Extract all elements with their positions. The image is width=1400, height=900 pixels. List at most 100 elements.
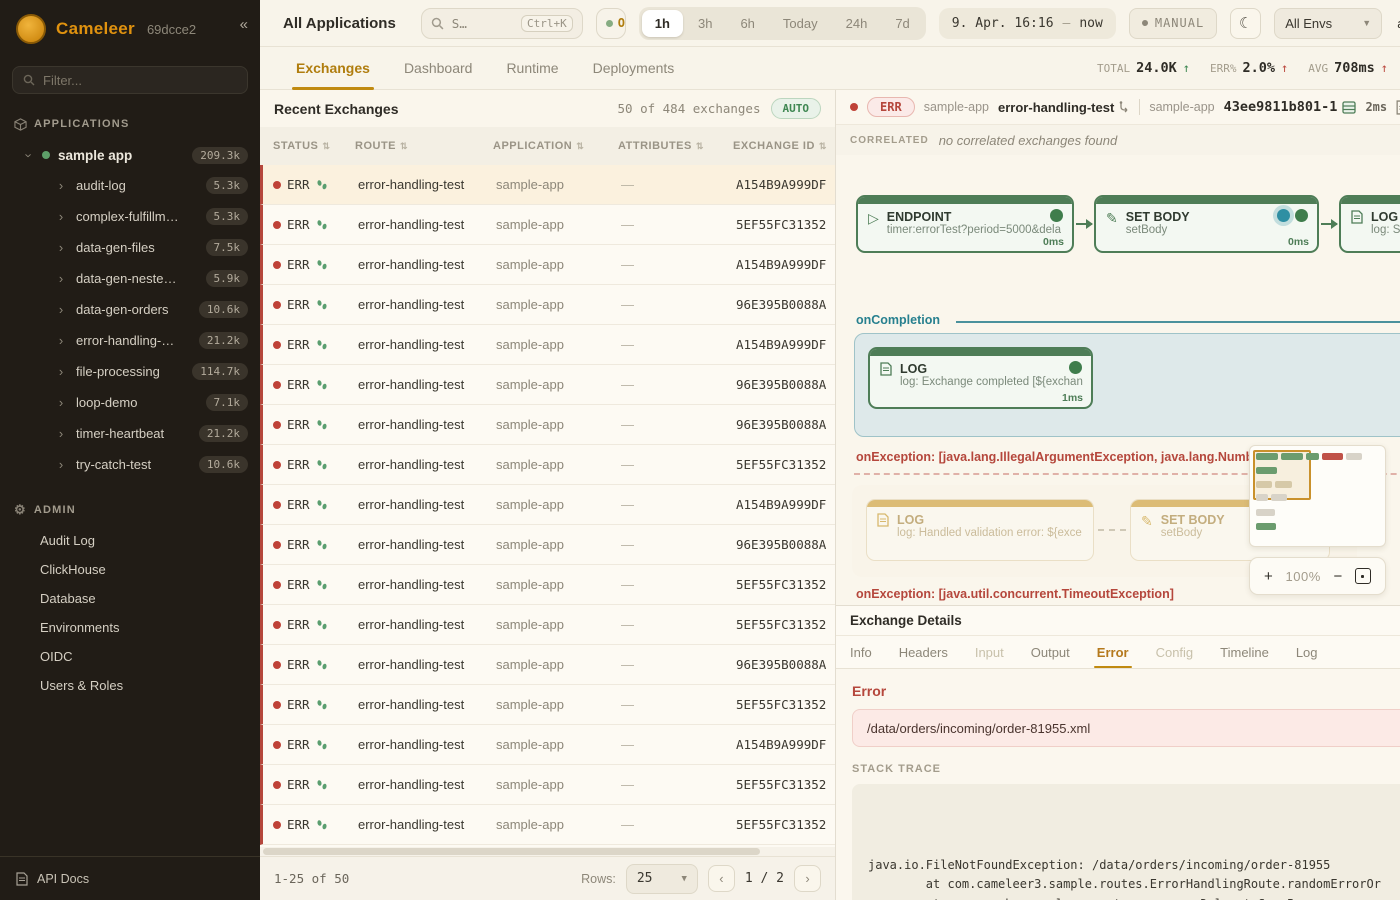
env-select[interactable]: All Envs ▼ [1274,8,1382,39]
time-range-7d[interactable]: 7d [882,10,922,37]
table-row[interactable]: ERRerror-handling-testsample-app—5EF55FC… [260,445,835,485]
prev-page-button[interactable]: ‹ [708,865,735,892]
sidebar-item-audit-log[interactable]: ›audit-log5.3k [0,170,260,201]
diagram-node-log[interactable]: LOGlog: Sta [1339,195,1400,253]
details-tab-config[interactable]: Config [1156,636,1194,668]
sidebar-item-complex-fulfillm[interactable]: ›complex-fulfillm…5.3k [0,201,260,232]
dark-mode-toggle[interactable]: ☾ [1230,8,1261,39]
sidebar-item-try-catch-test[interactable]: ›try-catch-test10.6k [0,449,260,480]
time-range-6h[interactable]: 6h [727,10,767,37]
sidebar-item-timer-heartbeat[interactable]: ›timer-heartbeat21.2k [0,418,260,449]
details-tab-timeline[interactable]: Timeline [1220,636,1269,668]
route-diagram[interactable]: ↓ JSON ▷ENDPOINTtimer:errorTest?period=5… [836,155,1400,605]
tab-runtime[interactable]: Runtime [506,47,558,89]
table-row[interactable]: ERRerror-handling-testsample-app—5EF55FC… [260,205,835,245]
next-page-button[interactable]: › [794,865,821,892]
column-header-application[interactable]: APPLICATION⇅ [480,140,605,152]
details-tab-error[interactable]: Error [1097,636,1129,668]
table-row[interactable]: ERRerror-handling-testsample-app—96E395B… [260,405,835,445]
detail-route-link[interactable]: error-handling-test [998,100,1130,115]
details-tab-log[interactable]: Log [1296,636,1318,668]
table-row[interactable]: ERRerror-handling-testsample-app—96E395B… [260,365,835,405]
cell-application: sample-app [483,497,608,512]
document-icon[interactable] [1396,100,1400,115]
cell-status: ERR [263,457,345,472]
tab-exchanges[interactable]: Exchanges [296,47,370,89]
table-row[interactable]: ERRerror-handling-testsample-app—A154B9A… [260,485,835,525]
sidebar-item-environments[interactable]: Environments [0,613,260,642]
exchange-id[interactable]: 43ee9811b801-1 [1224,99,1357,115]
column-header-status[interactable]: STATUS⇅ [260,140,342,152]
footprints-icon [316,499,328,511]
sidebar-item-file-processing[interactable]: ›file-processing114.7k [0,356,260,387]
table-row[interactable]: ERRerror-handling-testsample-app—A154B9A… [260,325,835,365]
node-duration: 1ms [1062,392,1083,404]
diagram-node-log[interactable]: LOGlog: Exchange completed [${exchan1ms [868,347,1093,409]
search-input[interactable]: S… Ctrl+K [421,8,583,39]
time-range-24h[interactable]: 24h [833,10,881,37]
table-row[interactable]: ERRerror-handling-testsample-app—5EF55FC… [260,565,835,605]
cell-route: error-handling-test [345,817,483,832]
zoom-in-button[interactable]: + [1264,568,1273,585]
date-range-picker[interactable]: 9. Apr. 16:16 — now [939,8,1116,39]
column-header-attributes[interactable]: ATTRIBUTES⇅ [605,140,720,152]
tab-deployments[interactable]: Deployments [593,47,675,89]
stack-trace-line: java.io.FileNotFoundException: /data/ord… [868,856,1400,876]
sidebar-admin-list: Audit LogClickHouseDatabaseEnvironmentsO… [0,526,260,700]
table-icon [1342,101,1356,114]
minimap-bar [1256,481,1272,488]
time-range-today[interactable]: Today [770,10,831,37]
sidebar-item-data-gen-files[interactable]: ›data-gen-files7.5k [0,232,260,263]
sidebar-filter-input[interactable]: Filter... [12,66,248,94]
fit-view-button[interactable] [1355,568,1371,584]
chevron-down-icon[interactable]: › [24,148,34,163]
diagram-node-set-body[interactable]: ✎SET BODYsetBody0ms [1094,195,1319,253]
sidebar-item-audit-log[interactable]: Audit Log [0,526,260,555]
details-tab-info[interactable]: Info [850,636,872,668]
live-indicator[interactable]: O [596,8,626,39]
sidebar-item-clickhouse[interactable]: ClickHouse [0,555,260,584]
manual-label: MANUAL [1155,16,1204,30]
table-row[interactable]: ERRerror-handling-testsample-app—A154B9A… [260,725,835,765]
table-row[interactable]: ERRerror-handling-testsample-app—96E395B… [260,645,835,685]
sidebar-item-data-gen-neste[interactable]: ›data-gen-neste…5.9k [0,263,260,294]
table-row[interactable]: ERRerror-handling-testsample-app—96E395B… [260,285,835,325]
cell-attributes: — [608,217,723,232]
details-tab-input[interactable]: Input [975,636,1004,668]
time-range-3h[interactable]: 3h [685,10,725,37]
sidebar-item-database[interactable]: Database [0,584,260,613]
manual-refresh-button[interactable]: MANUAL [1129,8,1217,39]
details-tab-output[interactable]: Output [1031,636,1070,668]
table-row[interactable]: ERRerror-handling-testsample-app—A154B9A… [260,165,835,205]
column-header-route[interactable]: ROUTE⇅ [342,140,480,152]
diagram-minimap[interactable] [1249,445,1386,547]
sidebar-item-loop-demo[interactable]: ›loop-demo7.1k [0,387,260,418]
sidebar-item-error-handling-[interactable]: ›error-handling-…21.2k [0,325,260,356]
rows-per-page-select[interactable]: 25 ▼ [626,864,698,894]
sidebar-item-data-gen-orders[interactable]: ›data-gen-orders10.6k [0,294,260,325]
sidebar-collapse-icon[interactable]: « [240,16,248,33]
table-row[interactable]: ERRerror-handling-testsample-app—A154B9A… [260,245,835,285]
cell-application: sample-app [483,457,608,472]
sidebar-item-users-roles[interactable]: Users & Roles [0,671,260,700]
table-row[interactable]: ERRerror-handling-testsample-app—5EF55FC… [260,605,835,645]
document-icon [16,872,28,886]
sort-icon: ⇅ [576,141,584,152]
table-row[interactable]: ERRerror-handling-testsample-app—96E395B… [260,525,835,565]
cell-exchange-id: 96E395B0088A [723,537,835,552]
sidebar-item-sample-app[interactable]: › sample app 209.3k [0,140,260,170]
table-row[interactable]: ERRerror-handling-testsample-app—5EF55FC… [260,685,835,725]
column-header-exchange-id[interactable]: EXCHANGE ID⇅ [720,140,835,152]
table-row[interactable]: ERRerror-handling-testsample-app—5EF55FC… [260,805,835,845]
details-tab-headers[interactable]: Headers [899,636,948,668]
auto-badge[interactable]: AUTO [771,98,822,119]
sidebar-item-oidc[interactable]: OIDC [0,642,260,671]
table-row[interactable]: ERRerror-handling-testsample-app—5EF55FC… [260,765,835,805]
sidebar-item-api-docs[interactable]: API Docs [0,856,260,900]
hscroll-thumb[interactable] [263,848,760,855]
diagram-node-log[interactable]: LOGlog: Handled validation error: ${exce [866,499,1094,561]
tab-dashboard[interactable]: Dashboard [404,47,473,89]
zoom-out-button[interactable]: − [1333,568,1342,585]
time-range-1h[interactable]: 1h [642,10,683,37]
diagram-node-endpoint[interactable]: ▷ENDPOINTtimer:errorTest?period=5000&del… [856,195,1074,253]
